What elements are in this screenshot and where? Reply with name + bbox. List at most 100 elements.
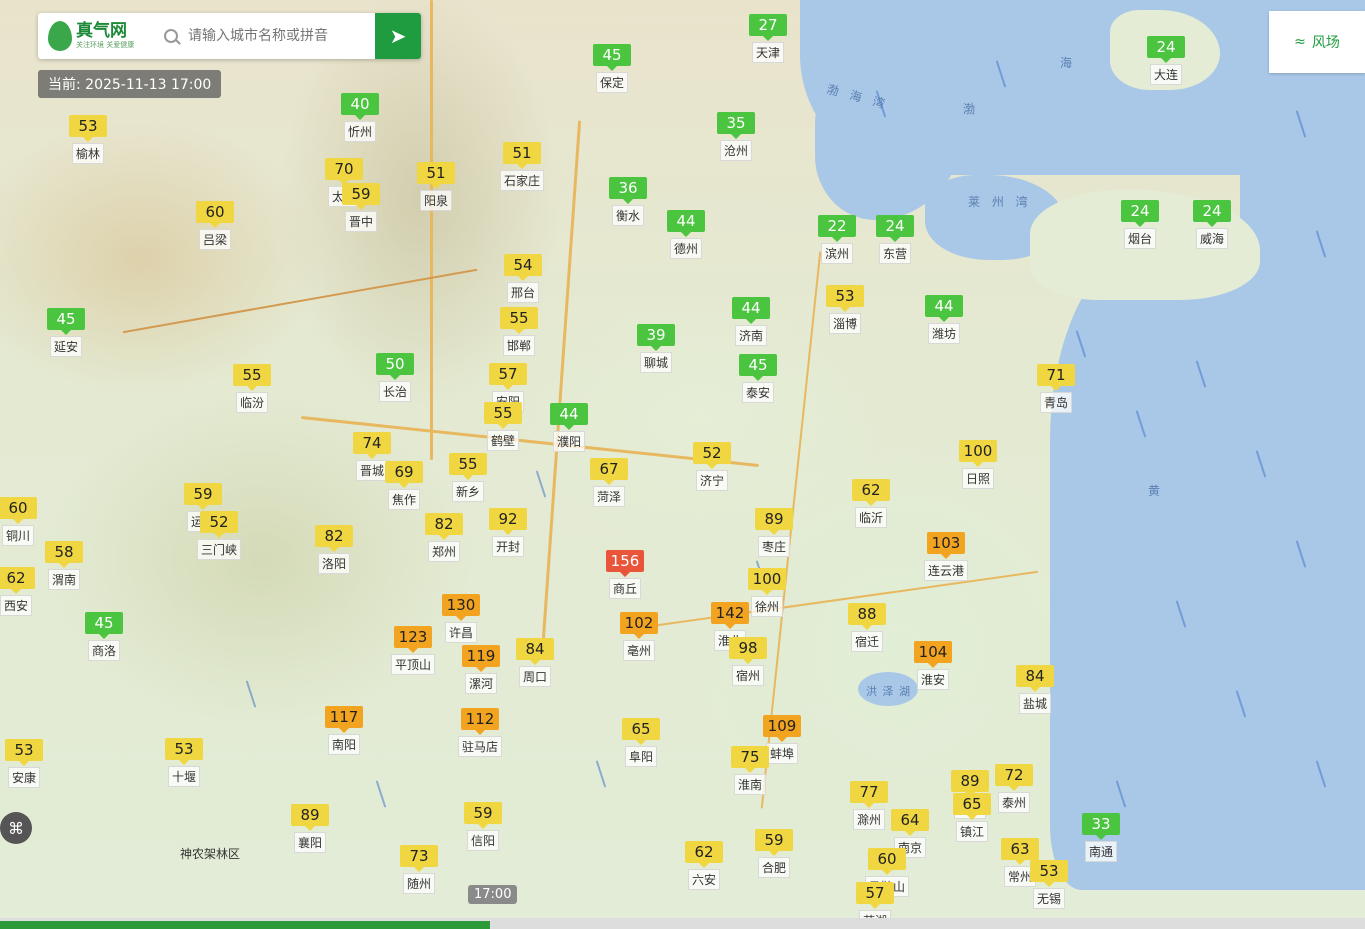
city-name: 南阳	[327, 734, 360, 755]
city-marker[interactable]: 100 徐州	[748, 568, 786, 617]
city-marker[interactable]: 112 驻马店	[457, 708, 503, 757]
city-marker[interactable]: 40 忻州	[341, 93, 379, 142]
city-marker[interactable]: 52 济宁	[693, 442, 731, 491]
city-marker[interactable]: 59 信阳	[464, 802, 502, 851]
city-marker[interactable]: 45 泰安	[739, 354, 777, 403]
city-marker[interactable]: 156 商丘	[606, 550, 644, 599]
city-marker[interactable]: 58 渭南	[45, 541, 83, 590]
city-marker[interactable]: 84 周口	[516, 638, 554, 687]
city-marker[interactable]: 88 宿迁	[848, 603, 886, 652]
city-marker[interactable]: 51 阳泉	[417, 162, 455, 211]
city-marker[interactable]: 62 六安	[685, 841, 723, 890]
road	[122, 268, 478, 334]
aqi-value-badge: 36	[609, 177, 647, 204]
city-marker[interactable]: 69 焦作	[385, 461, 423, 510]
city-marker[interactable]: 55 鹤壁	[484, 402, 522, 451]
city-name: 阜阳	[624, 746, 657, 767]
city-marker[interactable]: 123 平顶山	[390, 626, 436, 675]
city-marker[interactable]: 71 青岛	[1037, 364, 1075, 413]
city-marker[interactable]: 39 聊城	[637, 324, 675, 373]
city-marker[interactable]: 103 连云港	[923, 532, 969, 581]
city-marker[interactable]: 98 宿州	[729, 637, 767, 686]
city-marker[interactable]: 55 临汾	[233, 364, 271, 413]
city-marker[interactable]: 100 日照	[959, 440, 997, 489]
city-marker[interactable]: 130 许昌	[442, 594, 480, 643]
city-marker[interactable]: 53 无锡	[1030, 860, 1068, 909]
aqi-value-badge: 57	[489, 363, 527, 390]
city-marker[interactable]: 89 枣庄	[755, 508, 793, 557]
city-marker[interactable]: 22 滨州	[818, 215, 856, 264]
city-marker[interactable]: 53 十堰	[165, 738, 203, 787]
city-marker[interactable]: 53 淄博	[826, 285, 864, 334]
city-marker[interactable]: 119 漯河	[462, 645, 500, 694]
aqi-value-badge: 53	[1030, 860, 1068, 887]
city-marker[interactable]: 27 天津	[749, 14, 787, 63]
aqi-value-badge: 59	[342, 183, 380, 210]
city-marker[interactable]: 24 烟台	[1121, 200, 1159, 249]
city-marker[interactable]: 33 南通	[1082, 813, 1120, 862]
city-name: 聊城	[639, 352, 672, 373]
city-marker[interactable]: 24 东营	[876, 215, 914, 264]
city-marker[interactable]: 84 盐城	[1016, 665, 1054, 714]
search-submit-button[interactable]: ➤	[375, 13, 421, 59]
city-marker[interactable]: 51 石家庄	[499, 142, 545, 191]
city-marker[interactable]: 24 大连	[1147, 36, 1185, 85]
city-marker[interactable]: 50 长治	[376, 353, 414, 402]
aqi-value-badge: 55	[500, 307, 538, 334]
city-marker[interactable]: 77 滁州	[850, 781, 888, 830]
city-marker[interactable]: 62 西安	[0, 567, 35, 616]
city-marker[interactable]: 65 阜阳	[622, 718, 660, 767]
logo[interactable]: 真气网 关注环境 关爱健康	[38, 13, 158, 59]
city-name: 济南	[734, 325, 767, 346]
city-marker[interactable]: 54 邢台	[504, 254, 542, 303]
city-marker[interactable]: 55 新乡	[449, 453, 487, 502]
city-marker[interactable]: 53 榆林	[69, 115, 107, 164]
city-name: 石家庄	[499, 170, 545, 191]
aqi-value-badge: 55	[233, 364, 271, 391]
aqi-value-badge: 67	[590, 458, 628, 485]
city-marker[interactable]: 102 亳州	[620, 612, 658, 661]
city-marker[interactable]: 35 沧州	[717, 112, 755, 161]
city-marker[interactable]: 82 郑州	[425, 513, 463, 562]
city-marker[interactable]: 117 南阳	[325, 706, 363, 755]
city-marker[interactable]: 60 吕梁	[196, 201, 234, 250]
search-input[interactable]	[186, 20, 370, 52]
city-marker[interactable]: 44 濮阳	[550, 403, 588, 452]
city-marker[interactable]: 75 淮南	[731, 746, 769, 795]
aqi-value-badge: 62	[685, 841, 723, 868]
city-name: 信阳	[466, 830, 499, 851]
city-marker[interactable]: 62 临沂	[852, 479, 890, 528]
city-marker[interactable]: 44 潍坊	[925, 295, 963, 344]
wind-arrow	[375, 780, 387, 808]
city-marker[interactable]: 92 开封	[489, 508, 527, 557]
city-marker[interactable]: 45 延安	[47, 308, 85, 357]
city-marker[interactable]: 59 合肥	[755, 829, 793, 878]
city-name: 天津	[751, 42, 784, 63]
city-marker[interactable]: 44 德州	[667, 210, 705, 259]
layers-tool-icon[interactable]: ⌘	[0, 812, 32, 844]
city-marker[interactable]: 65 镇江	[953, 793, 991, 842]
aqi-value-badge: 123	[393, 626, 432, 653]
city-marker[interactable]: 104 淮安	[914, 641, 952, 690]
aqi-map[interactable]: 渤 海 湾 莱 州 湾 海 渤 黄 洪 泽 湖 神农架林区 27 天津 24 大连 45…	[0, 0, 1365, 929]
city-marker[interactable]: 44 济南	[732, 297, 770, 346]
aqi-value-badge: 75	[731, 746, 769, 773]
city-marker[interactable]: 67 菏泽	[590, 458, 628, 507]
city-marker[interactable]: 45 保定	[593, 44, 631, 93]
wind-field-toggle-button[interactable]: ≈ 风场	[1269, 11, 1365, 73]
city-marker[interactable]: 89 襄阳	[291, 804, 329, 853]
timeline-bar[interactable]	[0, 918, 1365, 929]
city-marker[interactable]: 24 威海	[1193, 200, 1231, 249]
city-marker[interactable]: 59 晋中	[342, 183, 380, 232]
city-marker[interactable]: 52 三门峡	[196, 511, 242, 560]
city-marker[interactable]: 72 泰州	[995, 764, 1033, 813]
city-marker[interactable]: 45 商洛	[85, 612, 123, 661]
city-marker[interactable]: 82 洛阳	[315, 525, 353, 574]
city-name: 日照	[961, 468, 994, 489]
city-marker[interactable]: 55 邯郸	[500, 307, 538, 356]
city-marker[interactable]: 60 铜川	[0, 497, 37, 546]
city-marker[interactable]: 73 随州	[400, 845, 438, 894]
city-marker[interactable]: 36 衡水	[609, 177, 647, 226]
city-marker[interactable]: 53 安康	[5, 739, 43, 788]
aqi-value-badge: 55	[484, 402, 522, 429]
